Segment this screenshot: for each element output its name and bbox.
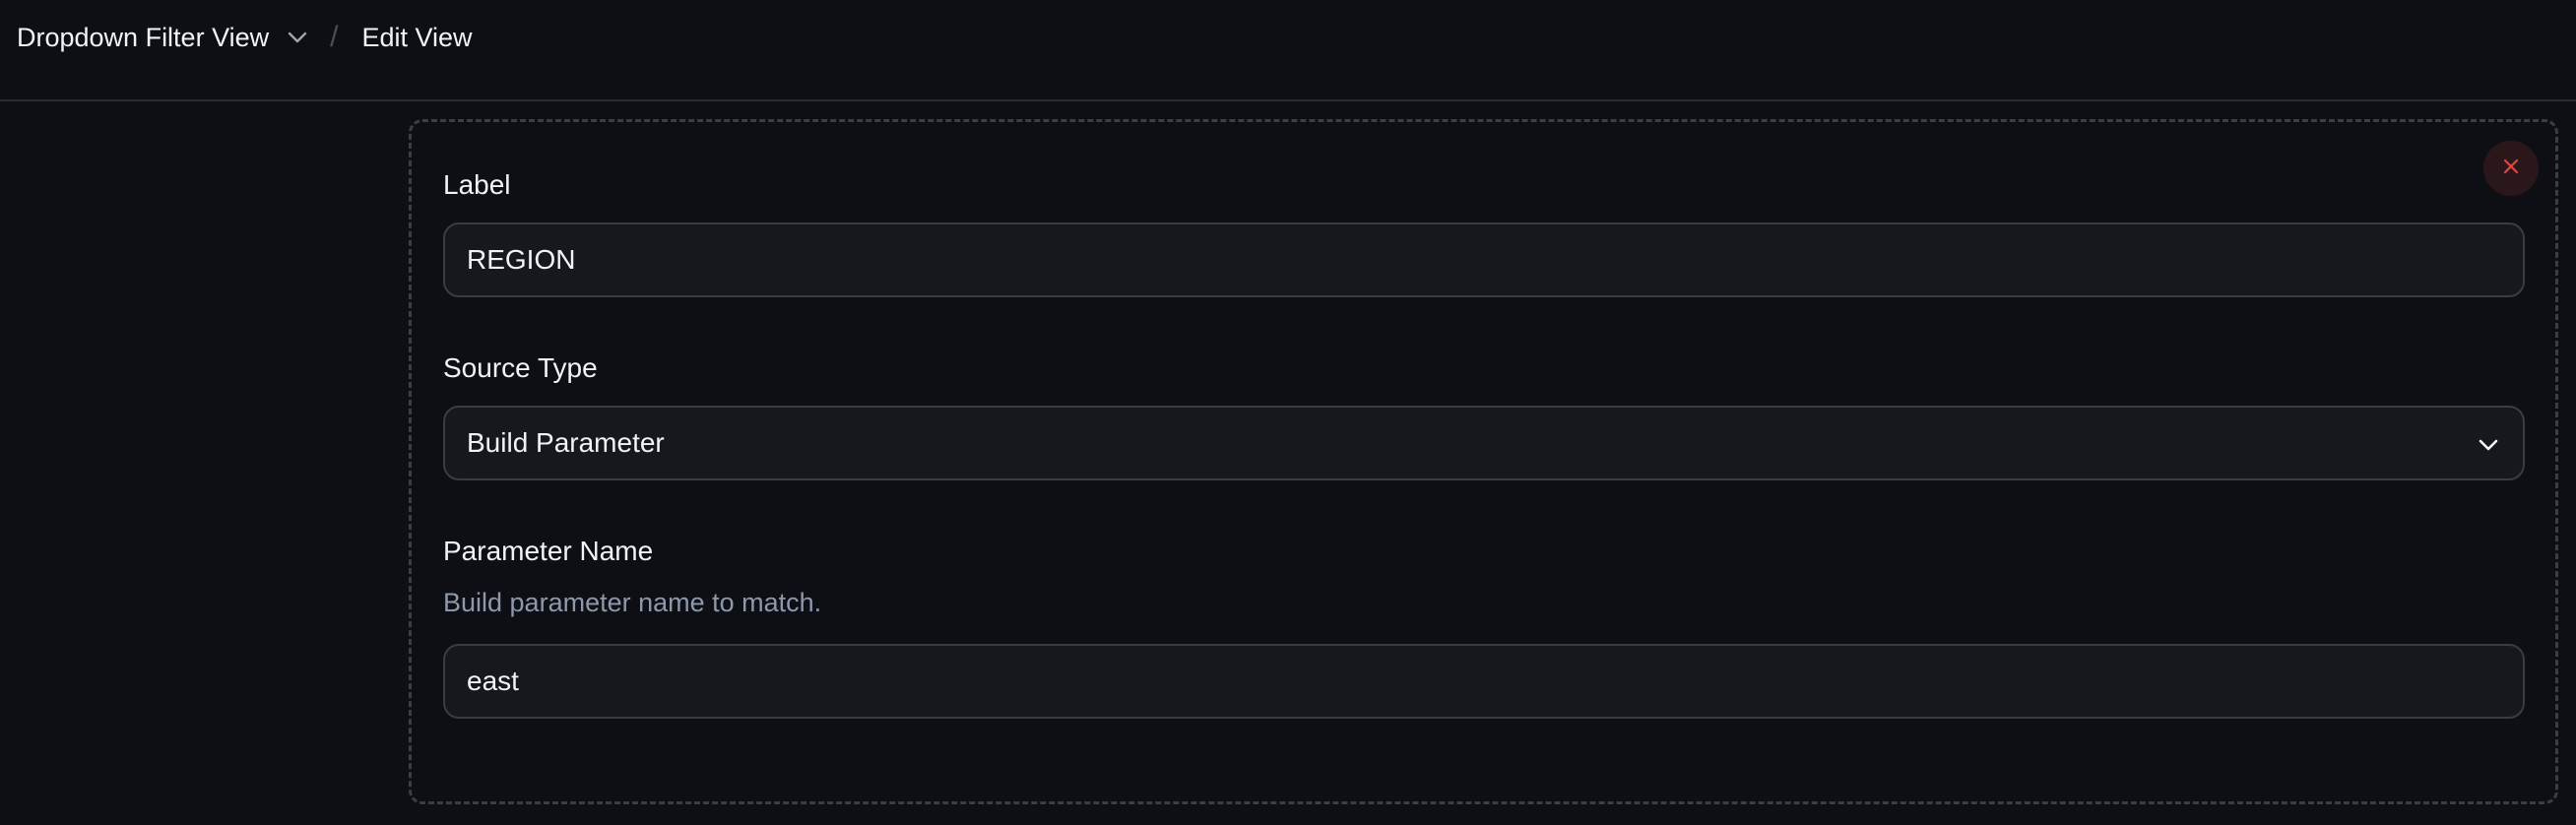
- view-switcher[interactable]: Dropdown Filter View: [17, 23, 308, 53]
- breadcrumb: Dropdown Filter View / Edit View: [17, 20, 473, 55]
- breadcrumb-current: Edit View: [361, 22, 473, 52]
- source-type-selected-value: Build Parameter: [467, 427, 665, 458]
- parameter-name-input[interactable]: east: [443, 644, 2525, 719]
- chevron-down-icon: [287, 27, 308, 48]
- source-type-field-label: Source Type: [443, 352, 598, 383]
- source-type-select[interactable]: Build Parameter: [443, 406, 2525, 480]
- close-icon: [2501, 157, 2521, 181]
- breadcrumb-separator: /: [330, 21, 339, 53]
- label-input-value: REGION: [467, 244, 576, 275]
- label-field-label: Label: [443, 169, 511, 200]
- remove-filter-button[interactable]: [2483, 141, 2539, 196]
- label-input[interactable]: REGION: [443, 222, 2525, 297]
- top-bar: Dropdown Filter View / Edit View: [0, 0, 2576, 101]
- chevron-down-icon: [2476, 432, 2501, 458]
- parameter-name-help-text: Build parameter name to match.: [443, 588, 822, 617]
- parameter-name-field-label: Parameter Name: [443, 536, 654, 566]
- parameter-name-input-value: east: [467, 666, 519, 696]
- view-name: Dropdown Filter View: [17, 22, 270, 52]
